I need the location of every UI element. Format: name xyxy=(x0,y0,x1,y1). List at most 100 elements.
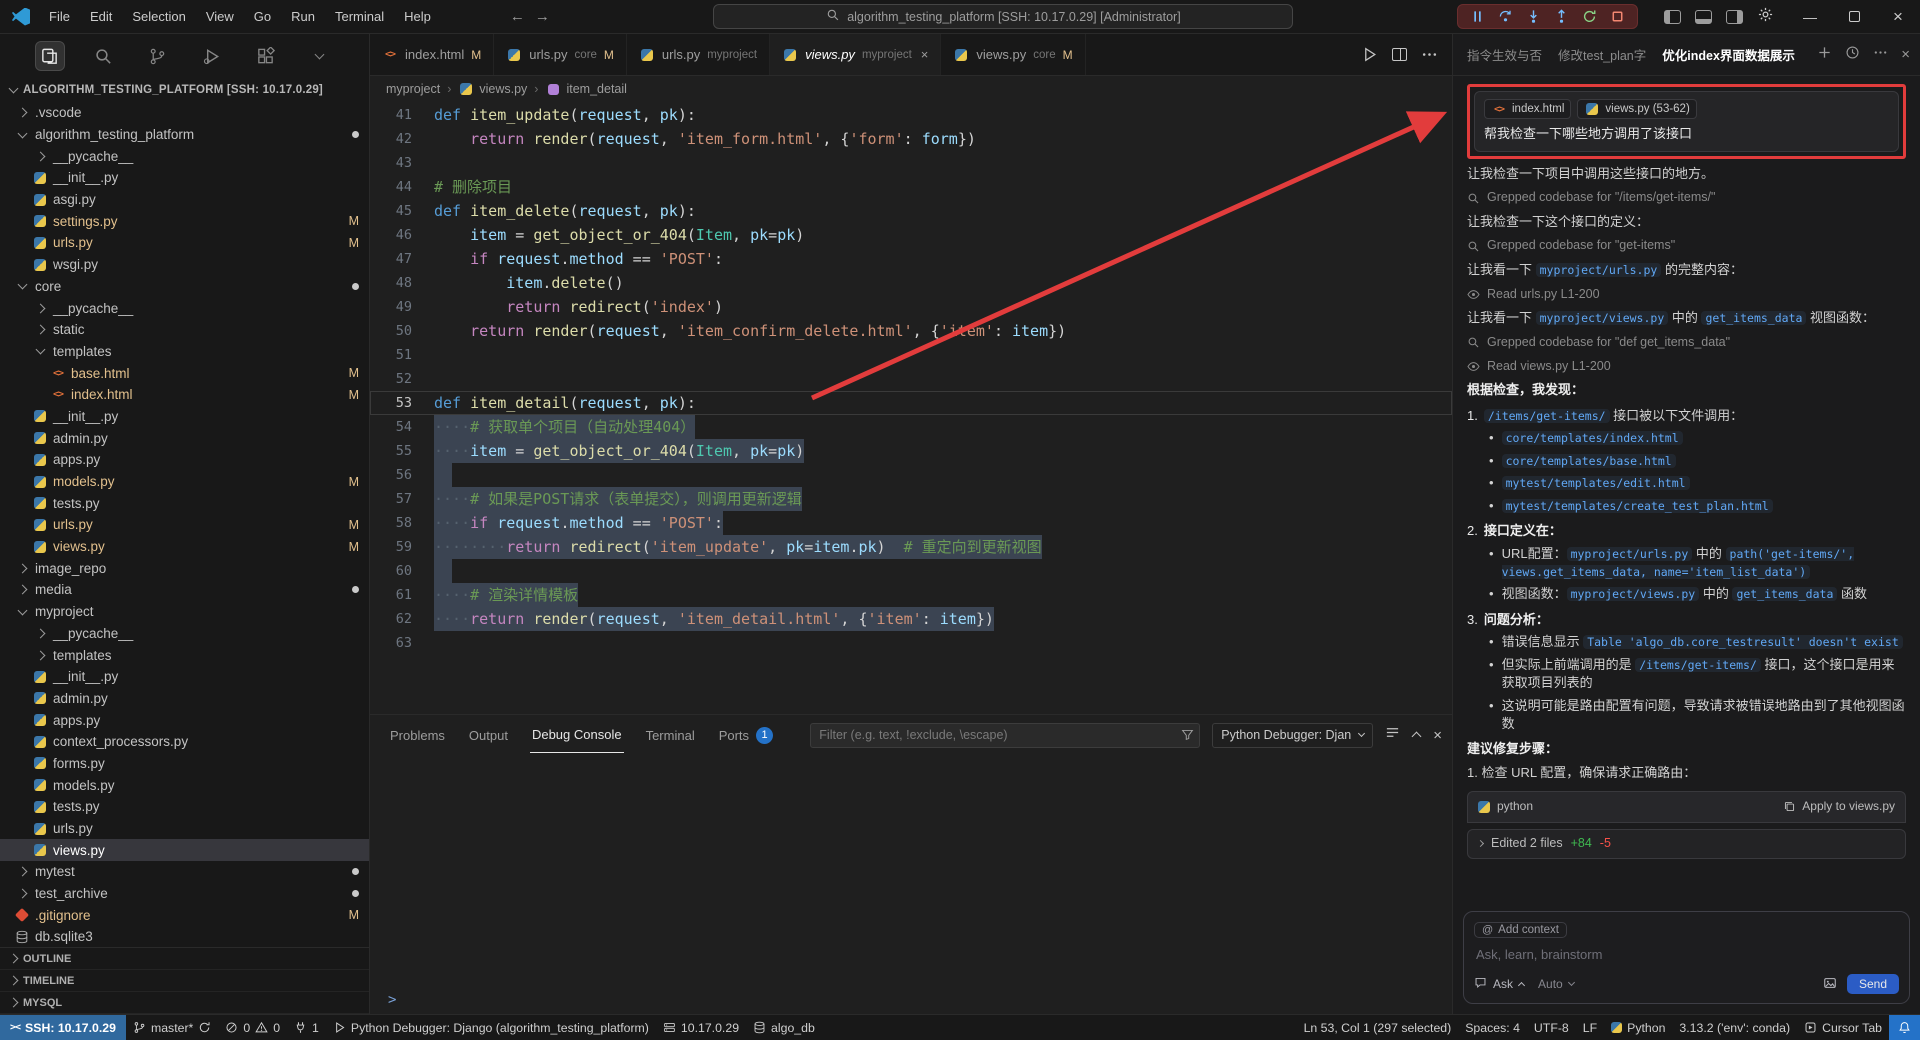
chat-input-box[interactable]: @ Add context Ask, learn, brainstorm Ask… xyxy=(1463,911,1910,1004)
tree-item-media[interactable]: media xyxy=(0,579,369,601)
restart-icon[interactable] xyxy=(1582,9,1597,24)
file-link[interactable]: core/templates/index.html xyxy=(1501,431,1683,446)
code-editor[interactable]: 41 def item_update(request, pk): 42 return… xyxy=(370,102,1452,714)
more-actions-icon[interactable] xyxy=(1873,45,1888,65)
gear-icon[interactable] xyxy=(1757,6,1774,28)
menu-terminal[interactable]: Terminal xyxy=(326,5,393,28)
editor-more-actions-icon[interactable] xyxy=(1421,46,1438,63)
tree-item-algorithm_testing_platform[interactable]: algorithm_testing_platform xyxy=(0,124,369,146)
tree-item-wsgi.py[interactable]: wsgi.py xyxy=(0,254,369,276)
file-link[interactable]: myproject/urls.py xyxy=(1566,546,1693,561)
tree-item-urls.py[interactable]: urls.py M xyxy=(0,514,369,536)
status-utf-8[interactable]: UTF-8 xyxy=(1527,1015,1576,1040)
tree-item-test_archive[interactable]: test_archive xyxy=(0,883,369,905)
tree-item-.gitignore[interactable]: .gitignore M xyxy=(0,904,369,926)
toggle-panel-icon[interactable] xyxy=(1695,9,1712,24)
status-3-13-2-env-conda-[interactable]: 3.13.2 ('env': conda) xyxy=(1672,1015,1797,1040)
tree-item-urls.py[interactable]: urls.py M xyxy=(0,232,369,254)
tree-item-views.py[interactable]: views.py xyxy=(0,839,369,862)
tree-item-__init__.py[interactable]: __init__.py xyxy=(0,167,369,189)
mode-selector[interactable]: Ask xyxy=(1474,976,1526,992)
tree-item-__init__.py[interactable]: __init__.py xyxy=(0,406,369,428)
tree-item-context_processors.py[interactable]: context_processors.py xyxy=(0,731,369,753)
tree-item-apps.py[interactable]: apps.py xyxy=(0,449,369,471)
pause-icon[interactable] xyxy=(1470,9,1485,24)
toggle-sidebar-icon[interactable] xyxy=(1664,9,1681,24)
file-link[interactable]: core/templates/base.html xyxy=(1501,453,1676,468)
split-editor-icon[interactable] xyxy=(1392,48,1407,61)
panel-tab-terminal[interactable]: Terminal xyxy=(644,718,697,753)
tree-item-forms.py[interactable]: forms.py xyxy=(0,753,369,775)
chat-tab[interactable]: 修改test_plan字 xyxy=(1558,45,1646,64)
close-chat-icon[interactable]: × xyxy=(1901,46,1910,63)
tree-item-settings.py[interactable]: settings.py M xyxy=(0,210,369,232)
status-python-debugger-django-algorithm-testing-platform-[interactable]: Python Debugger: Django (algorithm_testi… xyxy=(326,1015,656,1040)
file-link[interactable]: mytest/templates/create_test_plan.html xyxy=(1501,498,1773,513)
command-center[interactable]: algorithm_testing_platform [SSH: 10.17.0… xyxy=(713,4,1294,29)
tree-item-views.py[interactable]: views.py M xyxy=(0,536,369,558)
file-link[interactable]: myproject/views.py xyxy=(1566,587,1700,602)
step-out-icon[interactable] xyxy=(1554,9,1569,24)
tree-item-admin.py[interactable]: admin.py xyxy=(0,427,369,449)
tree-item-apps.py[interactable]: apps.py xyxy=(0,709,369,731)
tool-call-row[interactable]: Grepped codebase for "def get_items_data… xyxy=(1467,334,1906,352)
tool-call-row[interactable]: Read views.py L1-200 xyxy=(1467,358,1906,376)
stop-icon[interactable] xyxy=(1610,9,1625,24)
status-ssh-10-17-0-29[interactable]: >< SSH: 10.17.0.29 xyxy=(0,1015,126,1040)
file-link[interactable]: myproject/urls.py xyxy=(1535,263,1662,278)
breadcrumb-views.py[interactable]: views.py xyxy=(458,82,527,96)
tree-item-templates[interactable]: templates xyxy=(0,644,369,666)
edited-files-row[interactable]: Edited 2 files +84 -5 xyxy=(1467,828,1906,859)
debugger-session-select[interactable]: Python Debugger: Djan xyxy=(1212,722,1374,748)
add-context-button[interactable]: @ Add context xyxy=(1474,922,1567,938)
menu-edit[interactable]: Edit xyxy=(81,5,121,28)
tab-urls.py-core[interactable]: urls.py core M xyxy=(494,34,627,75)
back-icon[interactable]: ← xyxy=(510,8,525,25)
chat-tab[interactable]: 指令生效与否 xyxy=(1467,45,1542,64)
tree-item-__pycache__[interactable]: __pycache__ xyxy=(0,297,369,319)
menu-help[interactable]: Help xyxy=(395,5,440,28)
run-python-file-icon[interactable] xyxy=(1361,46,1378,63)
tree-item-mytest[interactable]: mytest xyxy=(0,861,369,883)
tree-item-index.html[interactable]: <> index.html M xyxy=(0,384,369,406)
chat-input-placeholder[interactable]: Ask, learn, brainstorm xyxy=(1476,947,1897,962)
model-selector[interactable]: Auto xyxy=(1538,977,1575,991)
maximize-button[interactable] xyxy=(1832,0,1876,33)
minimize-button[interactable]: — xyxy=(1788,0,1832,33)
tree-item-templates[interactable]: templates xyxy=(0,341,369,363)
panel-tab-debug-console[interactable]: Debug Console xyxy=(529,718,624,753)
user-message-card[interactable]: <> index.html views.py (53-62) 帮我检查一下哪些地方调… xyxy=(1474,91,1899,152)
activity-more[interactable] xyxy=(305,41,335,71)
menu-go[interactable]: Go xyxy=(245,5,280,28)
status-1[interactable]: 1 xyxy=(287,1015,326,1040)
tree-item-db.sqlite3[interactable]: db.sqlite3 xyxy=(0,926,369,947)
history-icon[interactable] xyxy=(1845,45,1860,65)
status-master-[interactable]: master* xyxy=(126,1015,218,1040)
tree-item-__pycache__[interactable]: __pycache__ xyxy=(0,623,369,645)
file-link[interactable]: myproject/views.py xyxy=(1535,311,1669,326)
tree-item-.vscode[interactable]: .vscode xyxy=(0,102,369,124)
panel-tab-problems[interactable]: Problems xyxy=(388,718,447,753)
status-bell[interactable] xyxy=(1889,1015,1920,1040)
panel-tab-ports[interactable]: Ports 1 xyxy=(717,718,775,753)
tree-item-core[interactable]: core xyxy=(0,276,369,298)
context-chip-views.py (53-62)[interactable]: views.py (53-62) xyxy=(1577,99,1697,120)
status-python[interactable]: Python xyxy=(1604,1015,1672,1040)
file-link[interactable]: mytest/templates/edit.html xyxy=(1501,476,1690,491)
tool-call-row[interactable]: Grepped codebase for "/items/get-items/" xyxy=(1467,189,1906,207)
tab-index.html[interactable]: <> index.html M xyxy=(370,34,495,75)
status-spaces-4[interactable]: Spaces: 4 xyxy=(1458,1015,1527,1040)
tool-call-row[interactable]: Read urls.py L1-200 xyxy=(1467,286,1906,304)
tree-item-urls.py[interactable]: urls.py xyxy=(0,818,369,840)
menu-file[interactable]: File xyxy=(40,5,79,28)
tab-urls.py-myproject[interactable]: urls.py myproject xyxy=(626,34,771,75)
status-lf[interactable]: LF xyxy=(1576,1015,1604,1040)
activity-explorer[interactable] xyxy=(34,41,65,71)
tree-item-image_repo[interactable]: image_repo xyxy=(0,557,369,579)
close-panel-icon[interactable]: × xyxy=(1433,727,1442,744)
attach-image-icon[interactable] xyxy=(1823,976,1837,990)
forward-icon[interactable]: → xyxy=(535,8,550,25)
toggle-secondary-sidebar-icon[interactable] xyxy=(1726,9,1743,24)
output-actions-icon[interactable] xyxy=(1385,725,1400,745)
tab-views.py-myproject[interactable]: views.py myproject × xyxy=(770,34,942,75)
